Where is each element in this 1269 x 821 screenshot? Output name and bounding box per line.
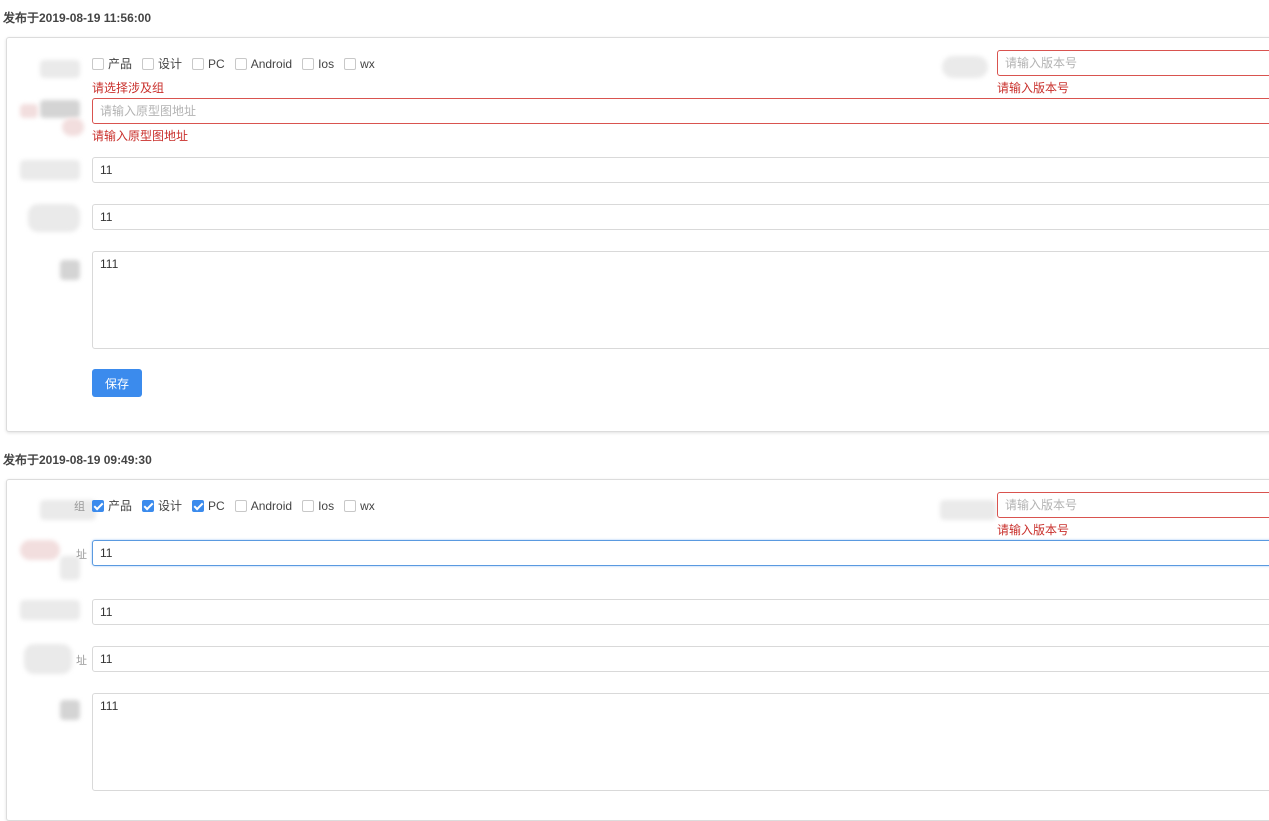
post-2-prototype-input[interactable]: 11 <box>92 540 1269 566</box>
checkbox-icon <box>234 57 247 70</box>
checkbox-label: 设计 <box>158 499 183 513</box>
post-2-group-checkboxes: 产品 设计 PC Android Ios wx <box>92 497 385 514</box>
checkbox-label: PC <box>208 56 225 71</box>
post-2-checkbox-android[interactable]: Android <box>234 498 293 513</box>
post-1-label-b-redacted <box>28 204 80 232</box>
checkbox-label: Ios <box>318 56 335 71</box>
checkbox-label: 设计 <box>158 57 183 71</box>
checkbox-label: Android <box>250 498 293 513</box>
post-1-label-prototype-redacted <box>40 100 80 118</box>
post-1-prototype-error: 请输入原型图地址 <box>92 129 189 143</box>
post-2-label-b-fragment: 址 <box>76 655 87 667</box>
post-2-description-textarea[interactable]: 111 <box>92 693 1269 791</box>
post-2-version-input[interactable]: 请输入版本号 <box>997 492 1269 518</box>
checkbox-label: wx <box>360 498 375 513</box>
post-2-version-error: 请输入版本号 <box>997 523 1070 537</box>
post-2-label-b-redacted <box>24 644 72 674</box>
checkbox-icon <box>192 57 205 70</box>
post-2-label-prototype-redacted <box>20 540 60 560</box>
post-2-field-a-input[interactable]: 11 <box>92 599 1269 625</box>
checkbox-icon <box>142 57 155 70</box>
checkbox-label: Ios <box>318 498 335 513</box>
post-1-prototype-input[interactable]: 请输入原型图地址 <box>92 98 1269 124</box>
checkbox-label: PC <box>208 498 225 513</box>
post-1-label-groups-redacted <box>40 60 80 78</box>
post-1-version-error: 请输入版本号 <box>997 81 1070 95</box>
checkbox-label: Android <box>250 56 293 71</box>
post-1-group-checkboxes: 产品 设计 PC Android Ios wx <box>92 55 385 72</box>
checkbox-icon <box>92 57 104 70</box>
post-2-label-groups-redacted <box>40 500 96 520</box>
post-1-label-prototype-redacted-3 <box>62 118 84 136</box>
post-1-save-button[interactable]: 保存 <box>92 369 142 397</box>
post-1-checkbox-sheji[interactable]: 设计 <box>142 55 182 72</box>
post-2-checkbox-wx[interactable]: wx <box>344 499 375 513</box>
post-1-groups-error: 请选择涉及组 <box>92 81 165 95</box>
post-2-label-version-redacted <box>940 500 996 520</box>
checkbox-icon <box>302 57 315 70</box>
post-2-label-prototype-fragment: 址 <box>76 549 87 561</box>
checkbox-icon <box>302 499 315 512</box>
checkbox-icon <box>344 499 357 512</box>
post-1-checkbox-chanpin[interactable]: 产品 <box>92 55 132 72</box>
post-2-checkbox-ios[interactable]: Ios <box>302 499 334 513</box>
post-1-label-a-redacted <box>20 160 80 180</box>
post-1-label-desc-redacted <box>60 260 80 280</box>
post-1-checkbox-pc[interactable]: PC <box>192 57 225 71</box>
checkbox-label: 产品 <box>108 499 133 513</box>
post-2-checkbox-sheji[interactable]: 设计 <box>142 497 182 514</box>
post-1-field-b-input[interactable]: 11 <box>92 204 1269 230</box>
post-1-description-textarea[interactable]: 111 <box>92 251 1269 349</box>
post-2-label-a-redacted <box>20 600 80 620</box>
post-2-published-time: 发布于2019-08-19 09:49:30 <box>3 453 152 467</box>
checkbox-checked-icon <box>142 499 155 512</box>
checkbox-icon <box>344 57 357 70</box>
post-2-checkbox-pc[interactable]: PC <box>192 499 225 513</box>
post-1-field-a-input[interactable]: 11 <box>92 157 1269 183</box>
post-1-label-version-redacted <box>942 56 988 78</box>
post-1-card <box>6 37 1269 432</box>
post-2-field-b-input[interactable]: 11 <box>92 646 1269 672</box>
post-1-checkbox-ios[interactable]: Ios <box>302 57 334 71</box>
checkbox-label: 产品 <box>108 57 133 71</box>
post-2-label-groups-fragment: 组 <box>74 501 85 513</box>
checkbox-checked-icon <box>92 499 104 512</box>
post-1-checkbox-android[interactable]: Android <box>234 56 293 71</box>
checkbox-checked-icon <box>192 499 205 512</box>
post-1-published-time: 发布于2019-08-19 11:56:00 <box>3 11 152 25</box>
post-2-label-desc-redacted <box>60 700 80 720</box>
post-1-checkbox-wx[interactable]: wx <box>344 57 375 71</box>
checkbox-icon <box>234 499 247 512</box>
post-1-label-prototype-redacted-2 <box>20 104 38 118</box>
post-2-checkbox-chanpin[interactable]: 产品 <box>92 497 132 514</box>
checkbox-label: wx <box>360 56 375 71</box>
post-1-version-input[interactable]: 请输入版本号 <box>997 50 1269 76</box>
